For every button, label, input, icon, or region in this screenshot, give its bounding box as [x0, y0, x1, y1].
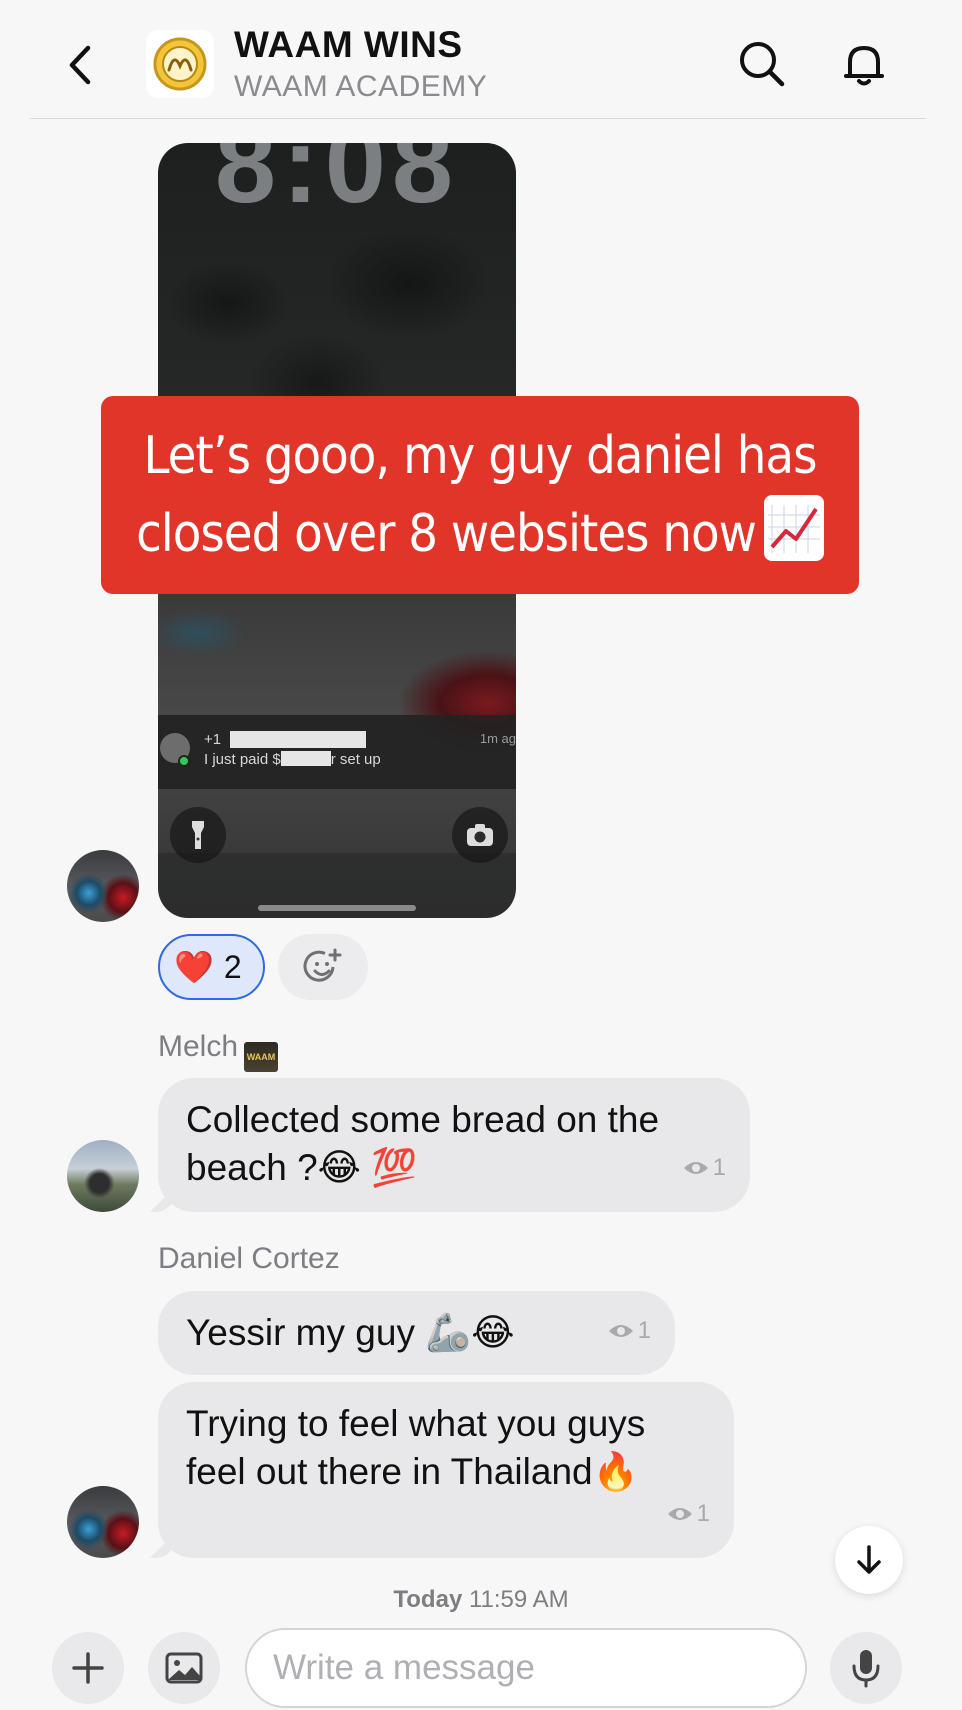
voice-message-button[interactable] [830, 1632, 902, 1704]
sender-avatar[interactable] [67, 1140, 139, 1212]
chat-subtitle: WAAM ACADEMY [234, 70, 488, 103]
eye-icon [667, 1508, 692, 1520]
chat-title: WAAM WINS [234, 24, 463, 65]
seen-indicator: 1 [683, 1144, 726, 1192]
search-button[interactable] [736, 38, 788, 90]
waam-badge-icon: WAAM [244, 1042, 279, 1072]
message-bubble[interactable]: Yessir my guy 🦾😂 1 [158, 1291, 675, 1375]
sender-avatar[interactable] [67, 1486, 139, 1558]
chevron-left-icon [69, 45, 91, 85]
sender-name-text: Melch [158, 1030, 239, 1063]
message-input[interactable] [245, 1628, 807, 1708]
chat-header: WAAM WINS WAAM ACADEMY [0, 0, 962, 120]
message-bubble[interactable]: Collected some bread on the beach ?😂 💯 1 [158, 1078, 750, 1212]
banner-line-1: Let’s gooo, my guy daniel has [143, 426, 818, 486]
notification-text-suffix: r set up [330, 751, 381, 768]
arrow-down-icon [857, 1545, 881, 1574]
seen-count: 1 [696, 1500, 710, 1527]
add-attachment-button[interactable] [52, 1632, 124, 1704]
search-icon [740, 42, 785, 87]
header-divider [30, 118, 926, 119]
sender-name: Daniel Cortez [158, 1242, 340, 1275]
camera-icon [467, 824, 493, 846]
message-text: Trying to feel what you guys feel out th… [186, 1403, 646, 1492]
group-avatar[interactable] [146, 30, 214, 98]
caption-banner: Let’s gooo, my guy daniel has closed ove… [101, 396, 859, 594]
waam-logo-icon [153, 37, 207, 91]
date-separator: Today 11:59 AM [0, 1586, 962, 1614]
seen-indicator: 1 [608, 1307, 651, 1355]
photo-button[interactable] [148, 1632, 220, 1704]
notification-text: I just paid $ r set up [204, 751, 381, 768]
scroll-to-bottom-button[interactable] [835, 1526, 903, 1594]
redaction-bar [280, 751, 331, 766]
home-indicator [258, 905, 416, 911]
redaction-bar [230, 731, 366, 748]
timestamp-time: 11:59 AM [468, 1586, 569, 1613]
microphone-icon [852, 1650, 880, 1688]
message-text: Yessir my guy 🦾😂 [186, 1312, 515, 1353]
notification-sender: +1 [204, 731, 222, 748]
camera-button [452, 807, 508, 863]
heart-icon: ❤️ [174, 948, 214, 986]
online-dot [178, 755, 190, 767]
seen-count: 1 [637, 1317, 651, 1344]
bell-icon [844, 46, 884, 86]
add-reaction-button[interactable] [278, 934, 368, 1000]
seen-count: 1 [712, 1154, 726, 1181]
flashlight-icon [192, 821, 204, 849]
seen-indicator: 1 [667, 1490, 710, 1538]
screenshot-notification: +1 I just paid $ r set up 1m ag [158, 715, 516, 789]
banner-text: Let’s gooo, my guy daniel has closed ove… [136, 417, 824, 573]
notifications-button[interactable] [838, 38, 890, 90]
back-button[interactable] [62, 40, 98, 90]
eye-icon [608, 1325, 633, 1337]
add-emoji-icon [303, 948, 342, 982]
timestamp-day: Today [393, 1586, 463, 1613]
plus-icon [72, 1652, 104, 1684]
image-icon [165, 1652, 203, 1684]
eye-icon [683, 1162, 708, 1174]
sender-avatar[interactable] [67, 850, 139, 922]
message-bubble[interactable]: Trying to feel what you guys feel out th… [158, 1382, 734, 1558]
message-text: Collected some bread on the beach ?😂 💯 [186, 1099, 660, 1188]
flashlight-button [170, 807, 226, 863]
banner-line-2: closed over 8 websites now [136, 504, 757, 564]
chart-increasing-icon [763, 495, 824, 561]
sender-name: Melch WAAM [158, 1030, 279, 1072]
notification-time: 1m ag [479, 731, 516, 746]
heart-reaction[interactable]: ❤️ 2 [158, 934, 265, 1000]
notification-text-prefix: I just paid $ [204, 751, 281, 768]
reaction-count: 2 [223, 948, 242, 985]
